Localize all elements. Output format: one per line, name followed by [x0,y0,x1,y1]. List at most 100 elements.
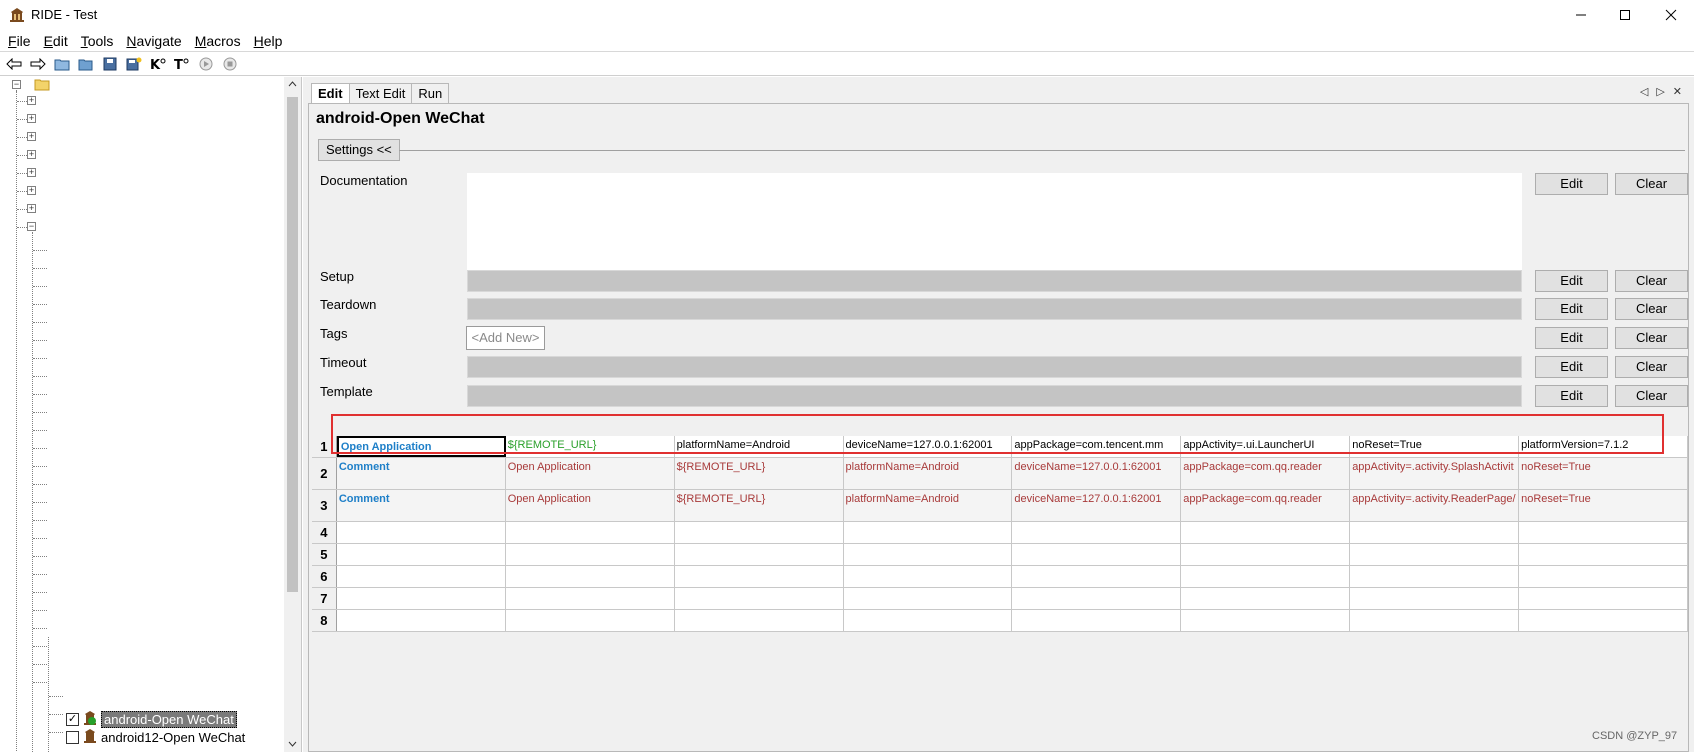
grid-cell[interactable]: appPackage=com.tencent.mm [1012,436,1182,457]
grid-cell[interactable] [1350,588,1520,609]
tab-run[interactable]: Run [411,83,450,103]
tree-item-android-open-wechat[interactable]: ✓ android-Open WeChat [66,710,237,729]
grid-cell[interactable] [1519,566,1688,587]
grid-cell[interactable] [337,588,506,609]
tree-item-android12-open-wechat[interactable]: android12-Open WeChat [66,728,245,747]
grid-cell[interactable] [337,544,506,565]
tab-text-edit[interactable]: Text Edit [348,83,413,103]
menu-tools[interactable]: Tools [81,33,114,49]
grid-cell[interactable]: ${REMOTE_URL} [675,490,844,521]
row-number[interactable]: 3 [312,490,337,521]
grid-cell[interactable]: appActivity=.ui.LauncherUI [1181,436,1351,457]
row-number[interactable]: 1 [312,436,337,457]
grid-cell[interactable] [506,544,675,565]
settings-toggle-button[interactable]: Settings << [318,139,400,161]
expand-node-icon[interactable]: + [27,168,36,177]
open-project-icon[interactable] [53,55,71,73]
grid-cell[interactable]: appPackage=com.qq.reader [1181,458,1351,489]
expand-node-icon[interactable]: + [27,186,36,195]
grid-cell[interactable] [844,544,1013,565]
grid-cell[interactable] [675,610,844,631]
expand-node-icon[interactable]: + [27,204,36,213]
grid-cell[interactable]: platformName=Android [844,490,1013,521]
tags-edit-button[interactable]: Edit [1535,327,1608,349]
setup-edit-button[interactable]: Edit [1535,270,1608,292]
template-edit-button[interactable]: Edit [1535,385,1608,407]
template-field[interactable] [467,385,1522,407]
grid-cell[interactable] [1012,588,1182,609]
grid-cell[interactable] [1181,588,1351,609]
grid-cell[interactable] [337,610,506,631]
grid-cell[interactable]: noReset=True [1519,490,1688,521]
template-clear-button[interactable]: Clear [1615,385,1688,407]
save-icon[interactable] [101,55,119,73]
grid-cell[interactable] [675,522,844,543]
grid-cell[interactable] [675,566,844,587]
tree-item-checkbox[interactable]: ✓ [66,713,79,726]
tree-item-checkbox[interactable] [66,731,79,744]
documentation-field[interactable] [467,173,1522,273]
row-number[interactable]: 4 [312,522,337,543]
grid-cell[interactable] [1350,566,1520,587]
grid-cell[interactable]: platformName=Android [675,436,844,457]
row-number[interactable]: 2 [312,458,337,489]
run-icon[interactable] [197,55,215,73]
collapse-node-icon[interactable]: − [27,222,36,231]
menu-macros[interactable]: Macros [195,33,241,49]
search-keywords-icon[interactable]: K [149,55,167,73]
expand-node-icon[interactable]: + [27,114,36,123]
grid-cell[interactable] [1350,544,1520,565]
tree-scroll-thumb[interactable] [287,97,298,592]
grid-cell[interactable]: platformVersion=7.1.2 [1519,436,1688,457]
tab-left-arrow-icon[interactable]: ◁ [1640,85,1648,98]
grid-cell[interactable] [844,610,1013,631]
grid-cell[interactable] [506,588,675,609]
documentation-clear-button[interactable]: Clear [1615,173,1688,195]
tags-clear-button[interactable]: Clear [1615,327,1688,349]
grid-cell[interactable] [1012,610,1182,631]
grid-cell[interactable] [675,588,844,609]
expand-node-icon[interactable]: + [27,96,36,105]
timeout-edit-button[interactable]: Edit [1535,356,1608,378]
grid-cell[interactable] [844,566,1013,587]
grid-cell[interactable] [1519,610,1688,631]
teardown-field[interactable] [467,298,1522,320]
grid-cell[interactable]: Comment [337,490,506,521]
timeout-clear-button[interactable]: Clear [1615,356,1688,378]
grid-cell[interactable] [844,522,1013,543]
grid-cell[interactable] [1350,522,1520,543]
grid-cell[interactable] [1519,588,1688,609]
stop-icon[interactable] [221,55,239,73]
grid-cell[interactable] [1012,566,1182,587]
grid-cell[interactable]: platformName=Android [844,458,1013,489]
save-all-icon[interactable] [125,55,143,73]
grid-cell[interactable] [1181,610,1351,631]
grid-cell[interactable] [506,610,675,631]
grid-cell[interactable] [1350,610,1520,631]
grid-cell[interactable]: appActivity=.activity.ReaderPage/ [1350,490,1520,521]
row-number[interactable]: 5 [312,544,337,565]
close-window-button[interactable] [1658,4,1684,26]
forward-arrow-icon[interactable] [29,55,47,73]
grid-cell[interactable]: appActivity=.activity.SplashActivit [1350,458,1520,489]
documentation-edit-button[interactable]: Edit [1535,173,1608,195]
row-number[interactable]: 6 [312,566,337,587]
grid-cell[interactable] [1012,544,1182,565]
grid-cell[interactable] [337,566,506,587]
tags-add-new[interactable]: <Add New> [466,326,545,350]
menu-help[interactable]: Help [254,33,283,49]
maximize-button[interactable] [1612,4,1638,26]
tab-edit[interactable]: Edit [311,83,350,104]
collapse-root-icon[interactable]: − [12,80,21,89]
grid-cell[interactable] [1181,544,1351,565]
teardown-edit-button[interactable]: Edit [1535,298,1608,320]
timeout-field[interactable] [467,356,1522,378]
grid-cell[interactable]: Open Application [506,458,675,489]
grid-cell[interactable] [506,566,675,587]
tree-vertical-scrollbar[interactable] [284,77,301,752]
grid-cell[interactable]: deviceName=127.0.0.1:62001 [1012,490,1182,521]
grid-cell[interactable]: Comment [337,458,506,489]
back-arrow-icon[interactable] [5,55,23,73]
grid-cell[interactable] [1181,522,1351,543]
grid-cell[interactable]: Open Application [506,490,675,521]
